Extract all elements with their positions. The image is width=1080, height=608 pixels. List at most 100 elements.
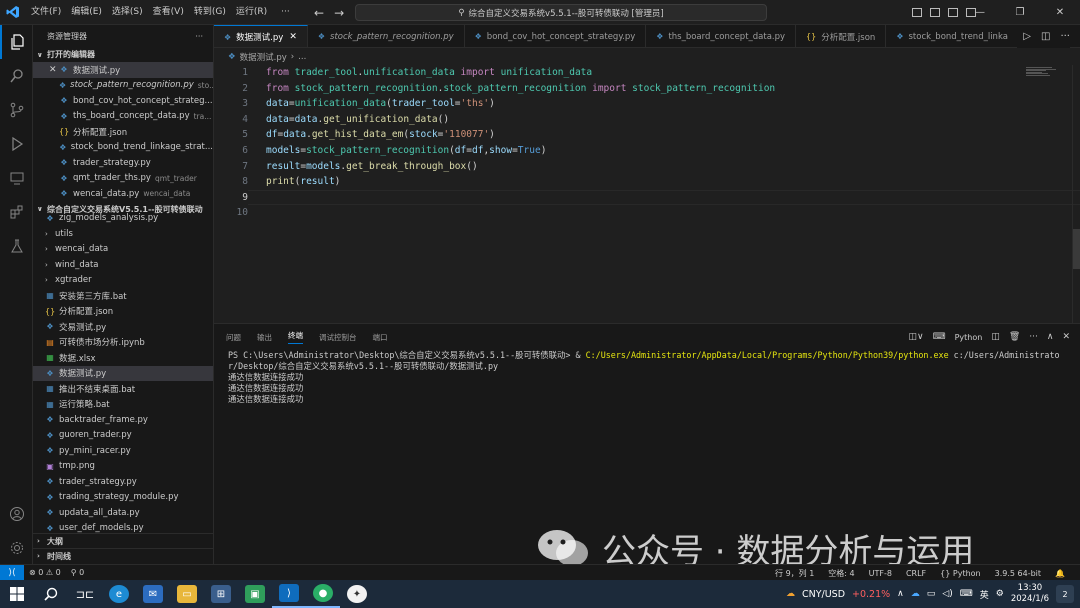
- code-editor[interactable]: 1 2 3 4 5 6 7 8 9 10 from trader_tool.unification…: [214, 65, 1080, 323]
- minimap[interactable]: [1026, 67, 1056, 77]
- ime-language[interactable]: 英: [980, 588, 989, 601]
- file-explorer-icon[interactable]: ▭: [170, 580, 204, 608]
- eol-status[interactable]: CRLF: [901, 569, 931, 578]
- tab-output[interactable]: 输出: [257, 332, 272, 343]
- forward-arrow-icon[interactable]: →: [334, 6, 344, 20]
- ime-icon[interactable]: ⌨: [960, 589, 973, 599]
- maximize-panel-icon[interactable]: ∧: [1047, 332, 1054, 342]
- run-file-icon[interactable]: ▷: [1023, 31, 1031, 42]
- encoding-status[interactable]: UTF-8: [864, 569, 897, 578]
- menu-go[interactable]: 转到(G): [189, 0, 231, 25]
- onedrive-icon[interactable]: ☁: [911, 589, 920, 599]
- scrollbar-thumb[interactable]: [1073, 229, 1080, 269]
- panel-more-icon[interactable]: ···: [1029, 332, 1038, 342]
- file-item[interactable]: ❖ trading_strategy_module.py: [33, 490, 213, 506]
- edge-browser-icon[interactable]: e: [102, 580, 136, 608]
- close-tab-icon[interactable]: ✕: [289, 32, 297, 42]
- menu-run[interactable]: 运行(R): [231, 0, 272, 25]
- search-view-icon[interactable]: [0, 59, 33, 93]
- tab-debug-console[interactable]: 调试控制台: [319, 332, 357, 343]
- tab-terminal[interactable]: 终端: [288, 330, 303, 344]
- language-mode[interactable]: {} Python: [935, 569, 985, 578]
- menu-edit[interactable]: 编辑(E): [66, 0, 107, 25]
- toggle-panel-icon[interactable]: [930, 8, 940, 17]
- file-item[interactable]: ❖ py_mini_racer.py: [33, 443, 213, 459]
- close-panel-icon[interactable]: ✕: [1062, 332, 1070, 342]
- code-content[interactable]: from trader_tool.unification_data import…: [266, 65, 775, 221]
- kill-terminal-icon[interactable]: 🗑: [1009, 332, 1020, 342]
- vscode-taskbar-icon[interactable]: ⟩: [272, 580, 306, 608]
- cursor-position[interactable]: 行 9，列 1: [770, 568, 819, 579]
- problems-status[interactable]: ⊗ 0 ⚠ 0: [24, 568, 66, 577]
- toggle-secondary-sidebar-icon[interactable]: [948, 8, 958, 17]
- editor-tab[interactable]: ❖ 数据测试.py ✕: [214, 25, 308, 47]
- close-editor-icon[interactable]: ✕: [49, 65, 59, 75]
- wechat-taskbar-icon[interactable]: ●: [306, 580, 340, 608]
- open-editor-item[interactable]: ✕ ❖ 数据测试.py: [33, 62, 213, 78]
- editor-tab[interactable]: ❖ stock_pattern_recognition.py: [308, 25, 465, 47]
- file-item[interactable]: ❖ 数据测试.py: [33, 365, 213, 381]
- indentation-status[interactable]: 空格: 4: [823, 568, 859, 579]
- terminal-python-label[interactable]: Python: [955, 333, 983, 342]
- terminal-layout-icon[interactable]: ◫∨: [908, 332, 923, 342]
- folder-item[interactable]: › utils: [33, 226, 213, 242]
- editor-tab[interactable]: ❖ stock_bond_trend_linka: [886, 25, 1019, 47]
- open-editor-item[interactable]: ❖ ths_board_concept_data.py tra...: [33, 109, 213, 125]
- back-arrow-icon[interactable]: ←: [314, 6, 324, 20]
- tab-problems[interactable]: 问题: [226, 332, 241, 343]
- file-item[interactable]: ▦ 安装第三方库.bat: [33, 288, 213, 304]
- split-terminal-icon[interactable]: ◫: [991, 332, 1000, 342]
- show-hidden-icons-icon[interactable]: ∧: [897, 589, 904, 599]
- editor-tab[interactable]: ❖ ths_board_concept_data.py: [646, 25, 797, 47]
- more-actions-icon[interactable]: ···: [1060, 31, 1070, 42]
- timeline-section[interactable]: › 时间线: [33, 548, 213, 563]
- python-interpreter[interactable]: 3.9.5 64-bit: [990, 569, 1046, 578]
- restore-icon[interactable]: ❐: [1000, 0, 1040, 25]
- mail-icon[interactable]: ✉: [136, 580, 170, 608]
- file-item[interactable]: ❖ guoren_trader.py: [33, 428, 213, 444]
- source-control-icon[interactable]: [0, 93, 33, 127]
- testing-flask-icon[interactable]: [0, 229, 33, 263]
- file-item[interactable]: ❖ backtrader_frame.py: [33, 412, 213, 428]
- notifications-bell-icon[interactable]: 🔔: [1050, 569, 1070, 578]
- volume-icon[interactable]: ◁): [942, 589, 952, 599]
- file-item[interactable]: ▦ 运行策略.bat: [33, 397, 213, 413]
- remote-indicator-icon[interactable]: ⟩⟨: [0, 564, 24, 581]
- editor-scrollbar[interactable]: [1072, 65, 1080, 323]
- open-editor-item[interactable]: ❖ wencai_data.py wencai_data: [33, 186, 213, 202]
- file-item[interactable]: ▣ tmp.png: [33, 459, 213, 475]
- folder-item[interactable]: › wencai_data: [33, 242, 213, 258]
- settings-gear-icon[interactable]: [0, 531, 33, 565]
- open-editor-item[interactable]: {} 分析配置.json: [33, 124, 213, 140]
- minimize-icon[interactable]: —: [960, 0, 1000, 25]
- menu-selection[interactable]: 选择(S): [107, 0, 148, 25]
- breadcrumb-symbol[interactable]: ...: [298, 52, 306, 62]
- terminal-output[interactable]: PS C:\Users\Administrator\Desktop\综合自定义交…: [228, 350, 1066, 405]
- close-window-icon[interactable]: ✕: [1040, 0, 1080, 25]
- network-icon[interactable]: ▭: [927, 589, 936, 599]
- run-debug-icon[interactable]: [0, 127, 33, 161]
- folder-item[interactable]: › wind_data: [33, 257, 213, 273]
- extensions-icon[interactable]: [0, 195, 33, 229]
- open-editor-item[interactable]: ❖ stock_bond_trend_linkage_strat...: [33, 140, 213, 156]
- file-item[interactable]: ▤ 可转债市场分析.ipynb: [33, 335, 213, 351]
- open-editor-item[interactable]: ❖ qmt_trader_ths.py qmt_trader: [33, 171, 213, 187]
- notification-center-icon[interactable]: 2: [1056, 585, 1074, 603]
- file-item[interactable]: ❖ 交易测试.py: [33, 319, 213, 335]
- clock[interactable]: 13:30 2024/1/6: [1011, 583, 1049, 605]
- stock-widget-icon[interactable]: ☁: [786, 589, 795, 599]
- store-icon[interactable]: ⊞: [204, 580, 238, 608]
- tab-ports[interactable]: 端口: [373, 332, 388, 343]
- outline-section[interactable]: › 大纲: [33, 533, 213, 548]
- menu-more-button[interactable]: ···: [276, 0, 295, 25]
- file-item[interactable]: ❖ updata_all_data.py: [33, 505, 213, 521]
- app-taskbar-icon[interactable]: ✦: [340, 580, 374, 608]
- editor-tab[interactable]: ❖ bond_cov_hot_concept_strategy.py: [465, 25, 647, 47]
- menu-file[interactable]: 文件(F): [26, 0, 66, 25]
- windows-start-icon[interactable]: [0, 580, 34, 608]
- command-center-search[interactable]: ⚲ 综合自定义交易系统v5.5.1--股可转债联动 [管理员]: [355, 4, 767, 21]
- explorer-icon[interactable]: [0, 25, 33, 59]
- taskbar-search-icon[interactable]: [34, 580, 68, 608]
- file-item[interactable]: ▦ 数据.xlsx: [33, 350, 213, 366]
- breadcrumb-file[interactable]: 数据测试.py: [240, 51, 287, 63]
